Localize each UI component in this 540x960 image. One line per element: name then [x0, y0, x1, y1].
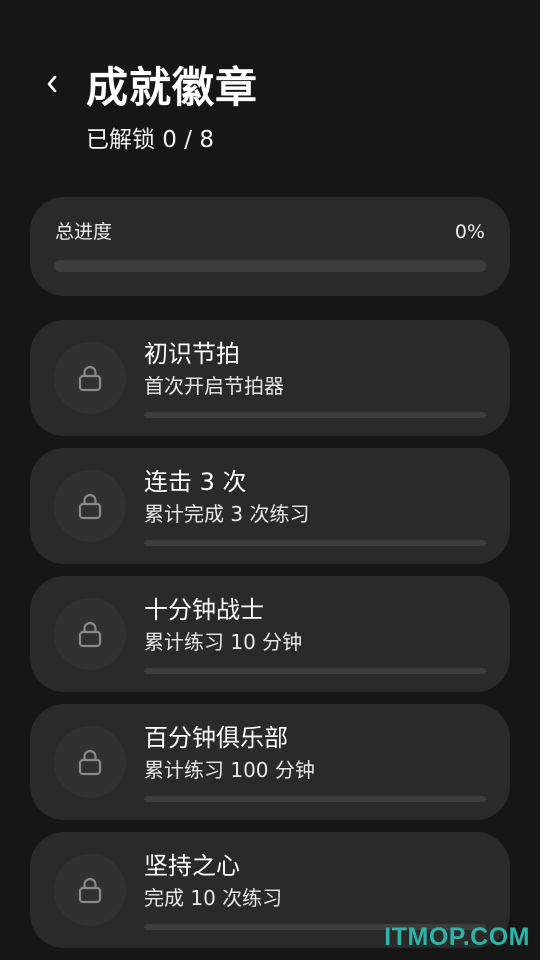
unlock-count: 已解锁 0 / 8: [86, 127, 214, 153]
lock-icon: [78, 493, 102, 520]
achievement-card[interactable]: 十分钟战士 累计练习 10 分钟: [30, 576, 510, 692]
achievement-description: 完成 10 次练习: [144, 886, 283, 910]
achievement-title: 十分钟战士: [144, 596, 264, 624]
achievement-progress-bar: [144, 796, 486, 802]
overall-progress-card: 总进度 0%: [30, 197, 510, 296]
achievement-description: 累计练习 10 分钟: [144, 630, 303, 654]
lock-icon: [78, 877, 102, 904]
achievement-description: 累计完成 3 次练习: [144, 502, 310, 526]
badge-placeholder: [54, 726, 126, 798]
achievement-card[interactable]: 初识节拍 首次开启节拍器: [30, 320, 510, 436]
lock-icon: [78, 749, 102, 776]
achievement-title: 坚持之心: [144, 852, 240, 880]
achievement-title: 初识节拍: [144, 340, 240, 368]
page-title: 成就徽章: [86, 63, 259, 112]
lock-icon: [78, 621, 102, 648]
overall-progress-percent: 0%: [454, 221, 485, 243]
achievements-screen: 成就徽章 已解锁 0 / 8 总进度 0% 初识节拍 首次开启节拍器 连击 3 …: [0, 0, 540, 960]
achievement-progress-bar: [144, 412, 486, 418]
achievement-title: 连击 3 次: [144, 468, 247, 496]
chevron-left-icon: [47, 75, 57, 93]
badge-placeholder: [54, 342, 126, 414]
achievement-description: 累计练习 100 分钟: [144, 758, 315, 782]
achievement-title: 百分钟俱乐部: [144, 724, 288, 752]
watermark: ITMOP.COM: [384, 923, 530, 951]
achievement-description: 首次开启节拍器: [144, 374, 284, 398]
overall-progress-bar: [54, 260, 486, 272]
badge-placeholder: [54, 854, 126, 926]
achievement-card[interactable]: 百分钟俱乐部 累计练习 100 分钟: [30, 704, 510, 820]
lock-icon: [78, 365, 102, 392]
badge-placeholder: [54, 598, 126, 670]
achievement-progress-bar: [144, 668, 486, 674]
achievement-progress-bar: [144, 540, 486, 546]
overall-progress-label: 总进度: [55, 221, 113, 243]
achievement-card[interactable]: 连击 3 次 累计完成 3 次练习: [30, 448, 510, 564]
achievement-list: 初识节拍 首次开启节拍器 连击 3 次 累计完成 3 次练习 十分钟战士 累计练…: [30, 320, 510, 960]
badge-placeholder: [54, 470, 126, 542]
back-button[interactable]: [36, 68, 68, 100]
